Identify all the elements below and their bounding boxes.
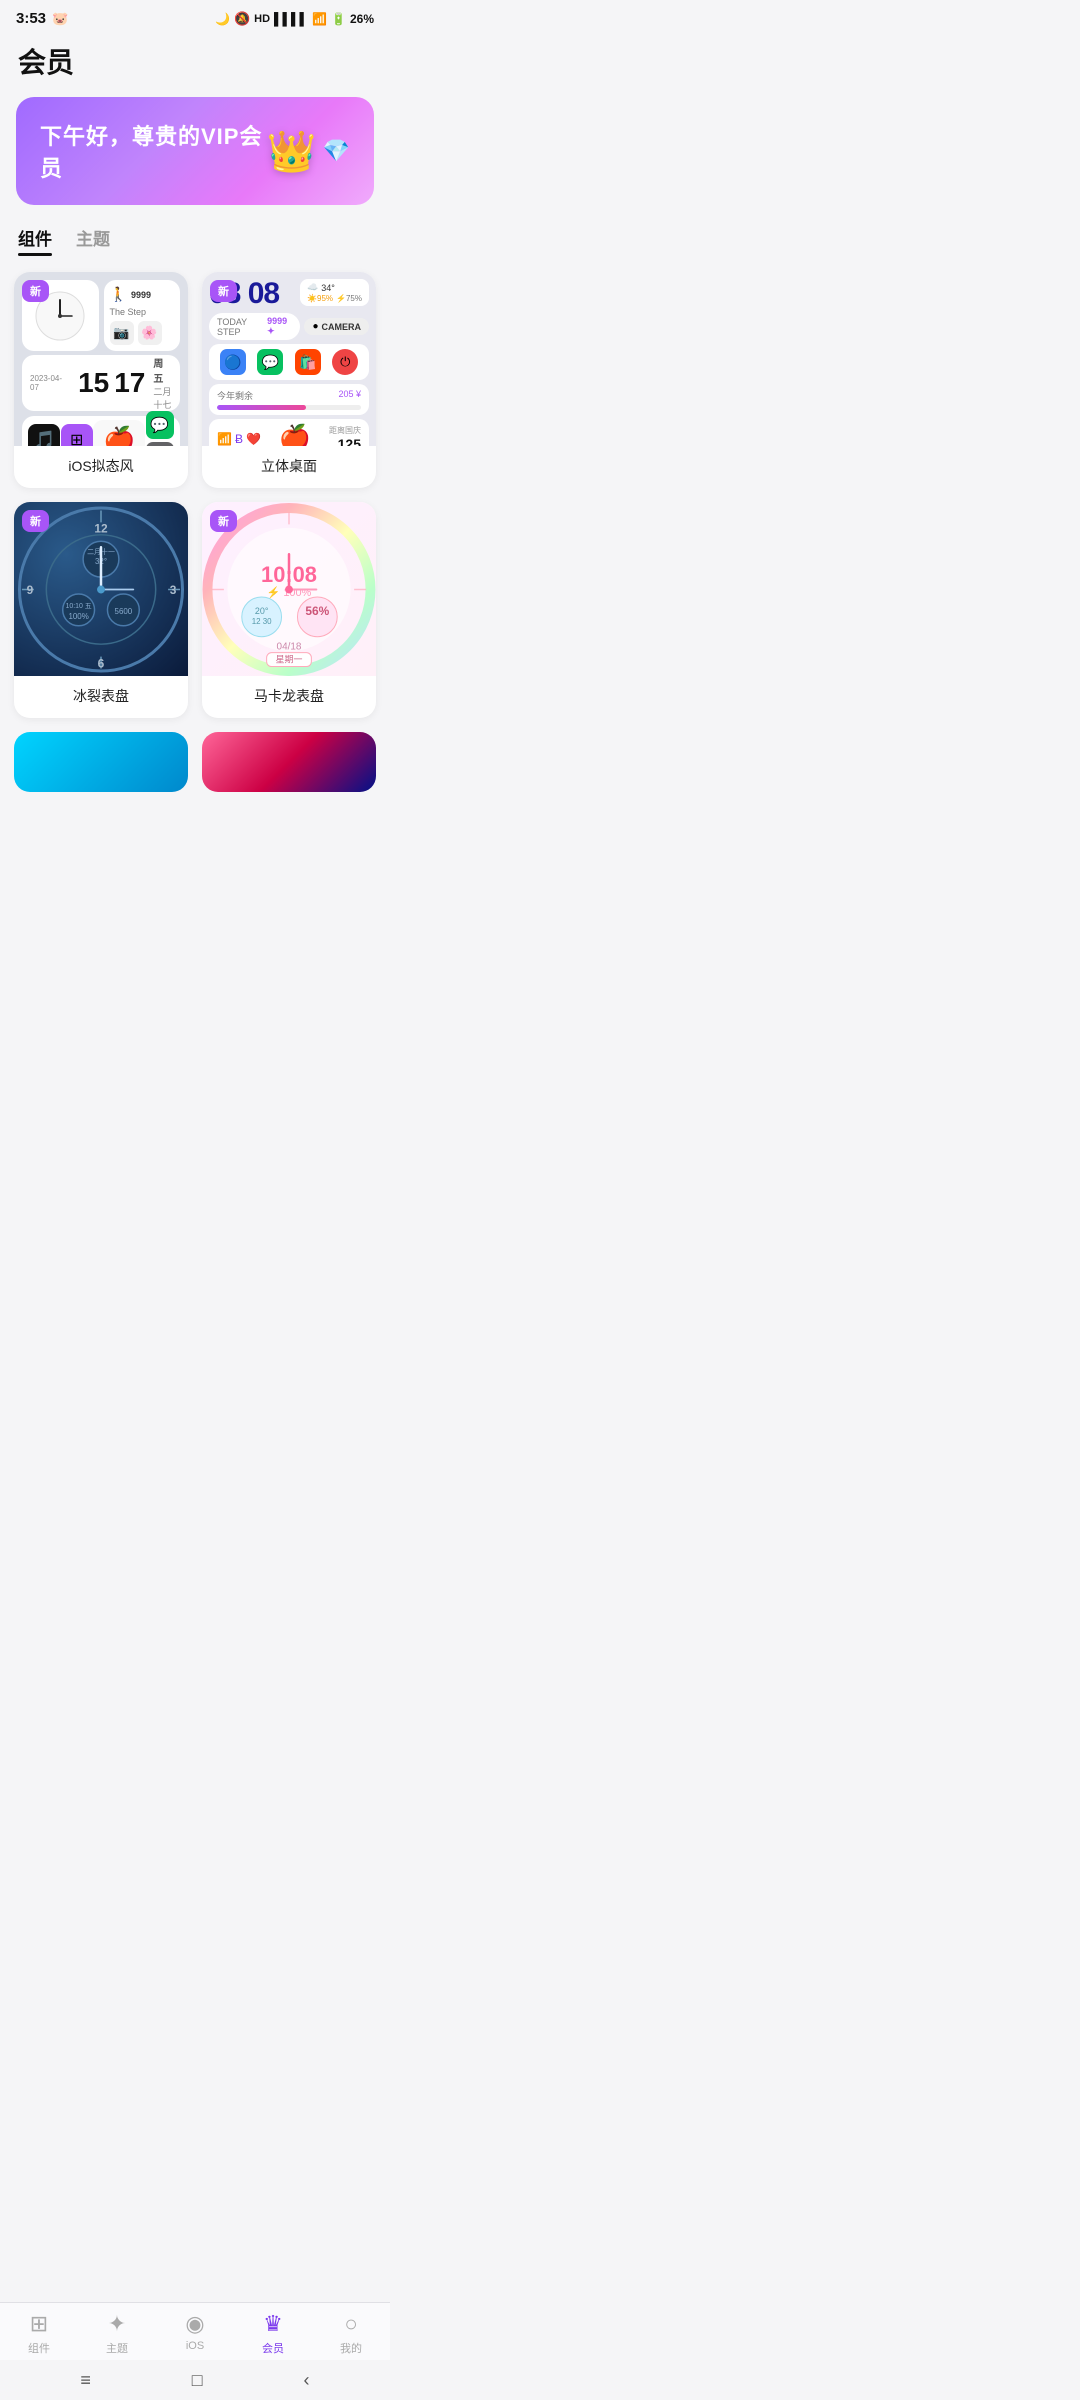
battery-percent: 26% bbox=[350, 12, 374, 26]
nav-membership-icon: ♛ bbox=[263, 2311, 283, 2337]
nav-themes-label: 主题 bbox=[106, 2340, 128, 2356]
svg-text:04/18: 04/18 bbox=[277, 641, 302, 652]
new-badge-desktop: 新 bbox=[210, 280, 237, 302]
status-bar: 3:53 🐷 🌙 🔕 HD ▌▌▌▌ 📶 🔋 26% bbox=[0, 0, 390, 33]
status-emoji: 🐷 bbox=[52, 11, 68, 27]
battery-icon: 🔋 bbox=[331, 12, 346, 26]
widget-card-macaron[interactable]: 新 bbox=[202, 502, 376, 718]
nav-themes[interactable]: ✦ 主题 bbox=[78, 2311, 156, 2356]
back-button[interactable]: ‹ bbox=[304, 2370, 310, 2391]
widget-name-desktop: 立体桌面 bbox=[202, 446, 376, 488]
widget-card-ice[interactable]: 新 12 3 6 9 bbox=[14, 502, 188, 718]
svg-text:12 30: 12 30 bbox=[252, 616, 272, 625]
widget-grid: 新 bbox=[0, 272, 390, 718]
svg-text:12: 12 bbox=[94, 521, 108, 535]
widget-preview-ice: 新 12 3 6 9 bbox=[14, 502, 188, 676]
alarm-icon: 🔕 bbox=[234, 11, 250, 27]
vip-decoration: 👑 💎 bbox=[267, 128, 350, 175]
bottom-nav: ⊞ 组件 ✦ 主题 ◉ iOS ♛ 会员 ○ 我的 bbox=[0, 2302, 390, 2360]
svg-text:星期一: 星期一 bbox=[276, 654, 303, 664]
widget-preview-macaron: 新 bbox=[202, 502, 376, 676]
home-button[interactable]: □ bbox=[192, 2370, 203, 2391]
tabs-container: 组件 主题 bbox=[0, 225, 390, 256]
status-icons: 🌙 🔕 HD ▌▌▌▌ 📶 🔋 26% bbox=[215, 11, 374, 27]
signal-icon: ▌▌▌▌ bbox=[274, 12, 308, 26]
nav-mine-label: 我的 bbox=[340, 2340, 362, 2356]
new-badge-ice: 新 bbox=[22, 510, 49, 532]
tab-widgets[interactable]: 组件 bbox=[18, 225, 52, 256]
svg-text:10:10 五: 10:10 五 bbox=[65, 601, 91, 609]
svg-text:56%: 56% bbox=[305, 603, 329, 617]
page-header: 会员 bbox=[0, 33, 390, 97]
crown-icon: 👑 bbox=[267, 128, 317, 175]
system-nav: ≡ □ ‹ bbox=[0, 2360, 390, 2400]
widget-name-ice: 冰裂表盘 bbox=[14, 676, 188, 718]
page-title: 会员 bbox=[18, 41, 372, 81]
nav-ios[interactable]: ◉ iOS bbox=[156, 2311, 234, 2356]
svg-text:3: 3 bbox=[170, 582, 177, 596]
svg-text:9: 9 bbox=[27, 582, 34, 596]
widget-card-ios[interactable]: 新 bbox=[14, 272, 188, 488]
nav-ios-icon: ◉ bbox=[185, 2311, 204, 2337]
widget-name-macaron: 马卡龙表盘 bbox=[202, 676, 376, 718]
partial-cards-row bbox=[0, 732, 390, 792]
widget-name-ios: iOS拟态风 bbox=[14, 446, 188, 488]
widget-preview-desktop: 新 08 08 ☁️ 34° ☀️95% ⚡75% T bbox=[202, 272, 376, 446]
nav-membership-label: 会员 bbox=[262, 2340, 284, 2356]
status-time: 3:53 bbox=[16, 10, 46, 27]
new-badge-macaron: 新 bbox=[210, 510, 237, 532]
svg-text:20°: 20° bbox=[255, 605, 269, 615]
nav-mine[interactable]: ○ 我的 bbox=[312, 2311, 390, 2356]
svg-text:5600: 5600 bbox=[115, 606, 133, 615]
nav-themes-icon: ✦ bbox=[108, 2311, 126, 2337]
svg-text:6: 6 bbox=[98, 656, 105, 670]
nav-membership[interactable]: ♛ 会员 bbox=[234, 2311, 312, 2356]
svg-text:100%: 100% bbox=[68, 611, 88, 620]
menu-button[interactable]: ≡ bbox=[80, 2370, 91, 2391]
nav-mine-icon: ○ bbox=[344, 2311, 357, 2337]
vip-banner[interactable]: 下午好，尊贵的VIP会员 👑 💎 bbox=[16, 97, 374, 205]
nav-widgets-icon: ⊞ bbox=[30, 2311, 48, 2337]
partial-card-left bbox=[14, 732, 188, 792]
nav-widgets[interactable]: ⊞ 组件 bbox=[0, 2311, 78, 2356]
tab-themes[interactable]: 主题 bbox=[76, 225, 110, 256]
widget-card-desktop[interactable]: 新 08 08 ☁️ 34° ☀️95% ⚡75% T bbox=[202, 272, 376, 488]
moon-icon: 🌙 bbox=[215, 12, 230, 26]
nav-widgets-label: 组件 bbox=[28, 2340, 50, 2356]
partial-card-right bbox=[202, 732, 376, 792]
new-badge-ios: 新 bbox=[22, 280, 49, 302]
nav-ios-label: iOS bbox=[186, 2340, 204, 2352]
widget-preview-ios: 新 bbox=[14, 272, 188, 446]
gem-icon: 💎 bbox=[323, 138, 350, 164]
wifi-status-icon: 📶 bbox=[312, 12, 327, 26]
vip-greeting: 下午好，尊贵的VIP会员 bbox=[40, 119, 267, 183]
hd-icon: HD bbox=[254, 13, 270, 25]
